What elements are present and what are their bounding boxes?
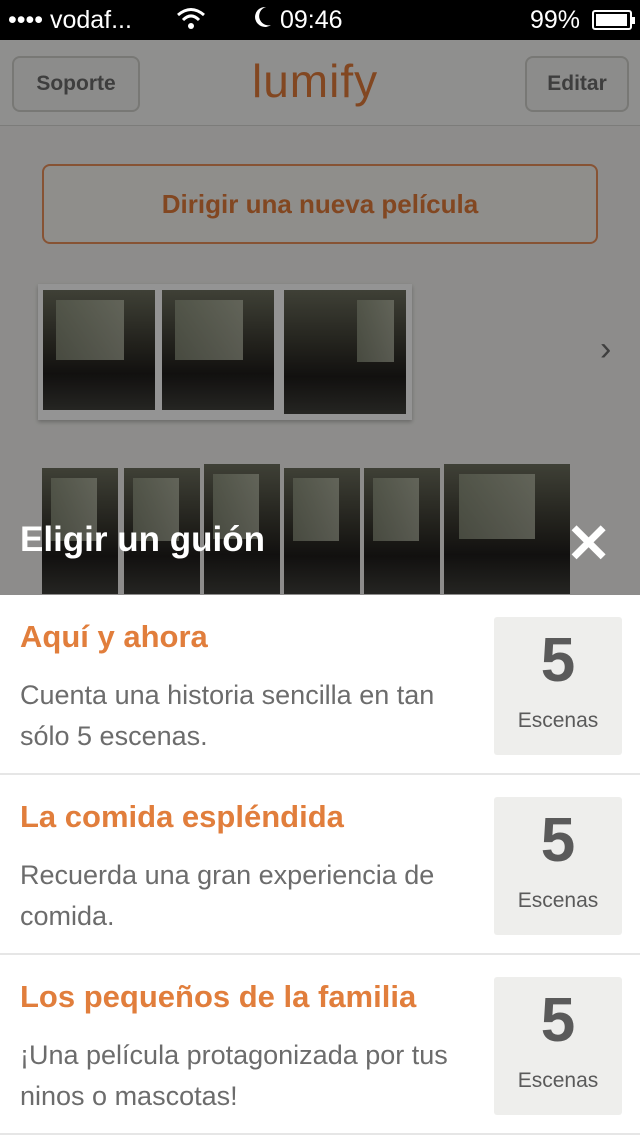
script-title: La comida espléndida xyxy=(20,799,344,834)
close-icon[interactable]: ✕ xyxy=(566,517,611,571)
battery-percentage: 99% xyxy=(530,6,581,34)
scene-count-badge: 5 Escenas xyxy=(494,977,622,1115)
scene-count-badge: 5 Escenas xyxy=(494,617,622,755)
script-title: Aquí y ahora xyxy=(20,619,208,654)
script-description: Recuerda una gran experiencia de comida. xyxy=(20,860,435,931)
wifi-icon xyxy=(176,7,206,38)
script-description: ¡Una película protagonizada por tus nino… xyxy=(20,1040,448,1111)
time-label: 09:46 xyxy=(280,6,343,34)
scene-label: Escenas xyxy=(517,709,599,732)
status-bar: •••• vodaf... 09:46 99% xyxy=(0,0,640,40)
sheet-title: Eligir un guión xyxy=(20,520,265,559)
clock: 09:46 xyxy=(254,6,343,35)
scene-label: Escenas xyxy=(517,889,599,912)
scene-count: 5 xyxy=(540,626,576,695)
carrier-label: •••• vodaf... xyxy=(8,6,132,34)
scene-label: Escenas xyxy=(517,1069,599,1092)
script-list: Aquí y ahora Cuenta una historia sencill… xyxy=(0,595,640,1137)
scene-count: 5 xyxy=(540,986,576,1055)
script-item-aqui-y-ahora[interactable]: Aquí y ahora Cuenta una historia sencill… xyxy=(0,595,640,775)
scene-count: 5 xyxy=(540,806,576,875)
script-title: Los pequeños de la familia xyxy=(20,979,417,1014)
script-description: Cuenta una historia sencilla en tan sólo… xyxy=(20,680,435,751)
moon-icon xyxy=(254,6,272,35)
script-item-la-comida-esplendida[interactable]: La comida espléndida Recuerda una gran e… xyxy=(0,775,640,955)
scene-count-badge: 5 Escenas xyxy=(494,797,622,935)
script-item-los-pequenos-de-la-familia[interactable]: Los pequeños de la familia ¡Una película… xyxy=(0,955,640,1135)
modal-overlay[interactable] xyxy=(0,40,640,595)
battery-icon xyxy=(592,10,635,30)
